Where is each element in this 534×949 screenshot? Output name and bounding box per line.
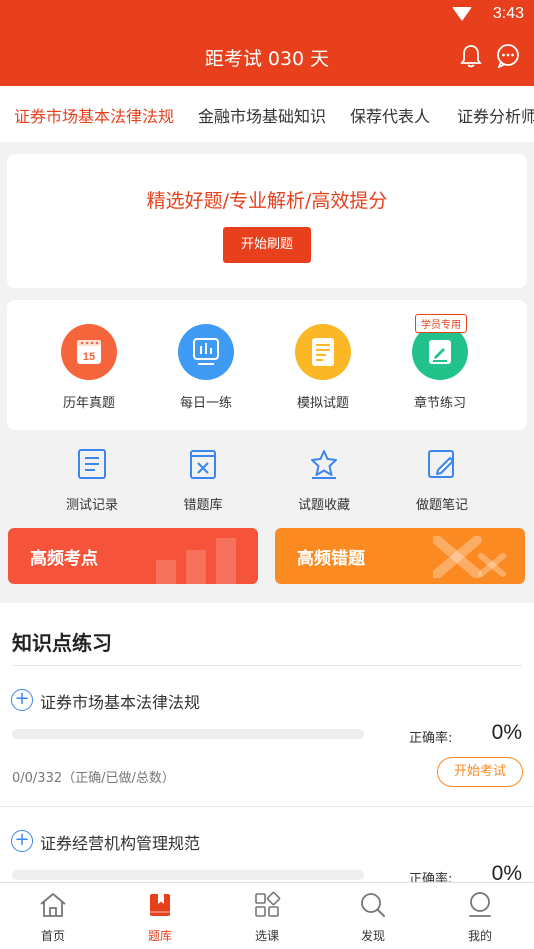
high-frequency-points-card[interactable]: 高频考点 — [8, 528, 258, 584]
home-icon — [40, 893, 66, 917]
nav-label: 发现 — [360, 929, 385, 943]
nav-home[interactable]: 首页 — [13, 891, 93, 944]
knowledge-item-name[interactable]: 证券市场基本法律法规 — [40, 689, 200, 713]
tab-securities-law[interactable]: 证券市场基本法律法规 — [14, 103, 174, 127]
tab-financial-basics[interactable]: 金融市场基础知识 — [198, 103, 326, 127]
profile-icon — [469, 892, 491, 917]
accuracy-value: 0% — [491, 721, 522, 744]
nav-courses[interactable]: 选课 — [227, 891, 307, 944]
document-icon — [295, 324, 351, 380]
tab-securities-analyst[interactable]: 证券分析师 — [457, 103, 534, 127]
expand-plus-icon[interactable]: + — [11, 830, 33, 852]
nav-discover[interactable]: 发现 — [333, 891, 413, 944]
message-icon[interactable] — [496, 44, 520, 68]
page-title: 距考试 030 天 — [204, 48, 330, 70]
cross-decoration-icon — [433, 536, 506, 578]
expand-plus-icon[interactable]: + — [11, 689, 33, 711]
feature-label: 每日一练 — [179, 396, 232, 411]
tab-sponsor-representative[interactable]: 保荐代表人 — [350, 103, 430, 127]
start-exam-button[interactable]: 开始考试 — [437, 757, 523, 787]
nav-label: 选课 — [254, 929, 279, 943]
edit-note-icon — [428, 450, 454, 478]
feature-label: 模拟试题 — [296, 396, 349, 411]
feature-grid: 学员专用 15 历年真题 每日一练 模拟试题 章节练习 — [7, 300, 527, 430]
student-only-badge: 学员专用 — [415, 314, 467, 333]
feature-label: 章节练习 — [413, 396, 466, 411]
nav-question-bank[interactable]: 题库 — [120, 891, 200, 944]
hot-mistakes-label: 高频错题 — [297, 549, 365, 569]
knowledge-section: 知识点练习 + 证券市场基本法律法规 正确率: 0% 0/0/332（正确/已做… — [0, 603, 534, 887]
item-separator — [0, 806, 534, 807]
wifi-icon — [452, 7, 472, 21]
feature-label: 历年真题 — [62, 396, 115, 411]
divider — [12, 665, 522, 666]
knowledge-item-name[interactable]: 证券经营机构管理规范 — [40, 830, 200, 854]
status-bar: 3:43 — [0, 0, 534, 30]
accuracy-label: 正确率: — [409, 731, 453, 746]
start-practice-button[interactable]: 开始刷题 — [223, 227, 311, 263]
nav-label: 题库 — [147, 929, 172, 943]
tool-notes[interactable]: 做题笔记 — [392, 448, 492, 513]
practice-banner: 精选好题/专业解析/高效提分 开始刷题 — [7, 154, 527, 288]
bar-chart-decoration-icon — [156, 538, 236, 584]
tool-test-records[interactable]: 测试记录 — [42, 448, 142, 513]
high-frequency-mistakes-card[interactable]: 高频错题 — [275, 528, 525, 584]
section-heading: 知识点练习 — [12, 631, 112, 655]
tool-label: 测试记录 — [65, 498, 118, 513]
question-bank-icon — [150, 894, 170, 916]
feature-past-exams[interactable]: 15 历年真题 — [39, 324, 139, 411]
tool-row: 测试记录 错题库 试题收藏 做题笔记 — [0, 440, 534, 520]
feature-mock-exam[interactable]: 模拟试题 — [273, 324, 373, 411]
discover-search-icon — [361, 893, 385, 917]
chart-board-icon — [178, 324, 234, 380]
app-header: 距考试 030 天 — [0, 30, 534, 86]
question-stats: 0/0/332（正确/已做/总数） — [12, 771, 175, 786]
calendar-icon: 15 — [61, 324, 117, 380]
nav-label: 首页 — [40, 929, 65, 943]
course-grid-icon — [255, 891, 281, 917]
tool-label: 错题库 — [183, 498, 223, 513]
hot-points-label: 高频考点 — [30, 549, 98, 569]
tool-favorites[interactable]: 试题收藏 — [274, 448, 374, 513]
tool-label: 试题收藏 — [297, 498, 350, 513]
star-icon — [311, 450, 337, 479]
bell-icon[interactable] — [460, 44, 482, 68]
bottom-navigation: 首页 题库 选课 发现 我的 — [0, 882, 534, 949]
calendar-day: 15 — [83, 351, 95, 363]
feature-daily-practice[interactable]: 每日一练 — [156, 324, 256, 411]
progress-bar — [12, 729, 364, 739]
tool-wrong-questions[interactable]: 错题库 — [153, 448, 253, 513]
nav-label: 我的 — [467, 929, 492, 943]
list-icon — [78, 449, 106, 479]
progress-bar — [12, 870, 364, 880]
nav-profile[interactable]: 我的 — [440, 891, 520, 944]
feature-chapter-practice[interactable]: 章节练习 — [390, 324, 490, 411]
subject-tabs: 证券市场基本法律法规 金融市场基础知识 保荐代表人 证券分析师 — [0, 86, 534, 142]
status-time: 3:43 — [492, 5, 524, 22]
tool-label: 做题笔记 — [415, 498, 468, 513]
wrong-book-icon — [190, 450, 216, 479]
banner-slogan: 精选好题/专业解析/高效提分 — [146, 190, 388, 212]
